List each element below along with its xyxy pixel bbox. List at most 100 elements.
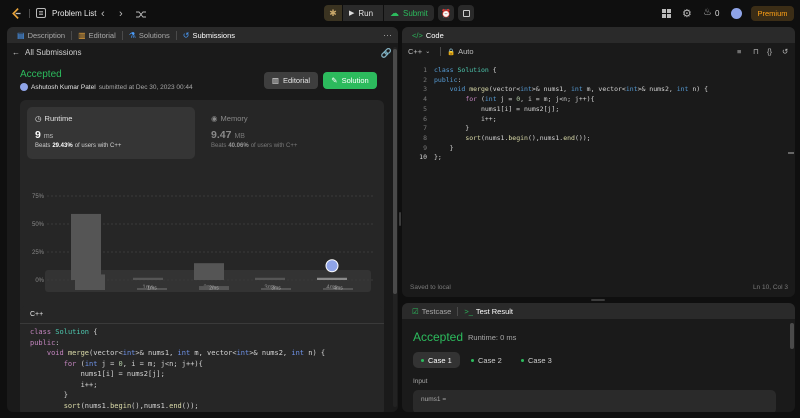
next-problem-icon[interactable]: › xyxy=(119,8,123,20)
left-scrollbar-thumb[interactable] xyxy=(393,49,397,294)
alarm-clock-icon: ⏰ xyxy=(441,8,451,18)
user-avatar[interactable] xyxy=(20,83,28,91)
memory-beats-pct: 40.06% xyxy=(228,143,249,149)
flame-icon[interactable]: ♨ xyxy=(703,7,712,18)
mini-chart-bar xyxy=(75,274,105,290)
solution-button[interactable]: ✎ Solution xyxy=(323,72,377,89)
bookmark-icon[interactable]: ⊓ xyxy=(753,47,759,56)
chart-bar-0ms[interactable] xyxy=(71,213,101,280)
line-number: 10 xyxy=(419,153,427,162)
premium-button[interactable]: Premium xyxy=(751,6,794,21)
runtime-card[interactable]: ◷ Runtime 9 ms Beats 29.43% of users wit… xyxy=(27,107,195,159)
reset-icon[interactable]: ↺ xyxy=(782,47,788,56)
back-label: All Submissions xyxy=(25,48,82,57)
arrow-left-icon: ← xyxy=(12,48,20,57)
pass-dot-icon xyxy=(521,358,524,362)
test-panel: ☑ Testcase >_ Test Result Accepted Runti… xyxy=(402,303,795,412)
memory-value: 9.47 xyxy=(211,129,232,141)
editorial-button[interactable]: ▥ Editorial xyxy=(264,72,318,89)
avatar[interactable] xyxy=(731,8,742,19)
shuffle-icon[interactable] xyxy=(136,9,146,19)
case-1-tab[interactable]: Case 1 xyxy=(413,352,460,368)
notes-button[interactable] xyxy=(458,5,474,21)
checkbox-icon: ☑ xyxy=(412,306,419,316)
memory-card[interactable]: ◉ Memory 9.47 MB Beats 40.06% of users w… xyxy=(203,107,371,159)
list-icon[interactable] xyxy=(36,8,46,18)
language-select[interactable]: C++ ⌄ xyxy=(408,47,430,56)
top-bar: Problem List ‹ › ✱ ▶ Run ☁ Submit ⏰ ⚙ ♨ … xyxy=(0,0,800,27)
divider xyxy=(29,9,30,18)
tab-test-result-label: Test Result xyxy=(475,306,514,316)
braces-icon[interactable]: {} xyxy=(767,47,772,56)
mini-x-tick-label: 3ms xyxy=(271,286,281,292)
runtime-value: 9 xyxy=(35,129,41,141)
y-tick-label: 0% xyxy=(35,278,44,284)
runtime-distribution-chart[interactable]: 75%50%25%0%1ms2ms3ms4ms1ms2ms3ms4ms xyxy=(7,164,398,324)
memory-unit: MB xyxy=(234,133,245,140)
line-number: 4 xyxy=(423,95,427,104)
runtime-beats-pct: 29.43% xyxy=(52,143,73,149)
tab-description[interactable]: ▤ Description xyxy=(11,31,71,40)
line-number: 2 xyxy=(423,75,427,84)
runtime-beats-suffix: of users with C++ xyxy=(74,143,122,149)
y-tick-label: 75% xyxy=(32,194,45,200)
chart-bar-2ms[interactable] xyxy=(194,263,224,280)
tab-testcase-label: Testcase xyxy=(421,306,452,316)
code-scrollbar-thumb[interactable] xyxy=(788,152,794,154)
run-label: Run xyxy=(358,8,374,18)
run-button[interactable]: ▶ Run xyxy=(343,5,383,21)
link-icon[interactable]: 🔗 xyxy=(381,48,392,59)
streak-count: 0 xyxy=(715,9,720,18)
layout-grid-icon[interactable] xyxy=(662,9,671,18)
code-editor[interactable]: class Solution { public: void merge(vect… xyxy=(434,66,708,163)
pass-dot-icon xyxy=(421,358,424,362)
more-options-icon[interactable]: ··· xyxy=(383,30,392,40)
case-2-tab[interactable]: Case 2 xyxy=(463,352,510,368)
lock-icon: 🔒 xyxy=(447,48,456,56)
left-scrollbar-track[interactable] xyxy=(393,47,397,407)
problem-list-link[interactable]: Problem List xyxy=(52,9,96,18)
submitted-text: submitted at Dec 30, 2023 00:44 xyxy=(98,83,193,91)
tab-editorial-label: Editorial xyxy=(88,30,116,40)
code-toolbar: C++ ⌄ 🔒 Auto ≡ ⊓ {} ↺ xyxy=(402,44,795,59)
submit-button[interactable]: ☁ Submit xyxy=(384,5,434,21)
leetcode-logo-icon[interactable] xyxy=(10,7,23,20)
mini-x-tick-label: 4ms xyxy=(333,286,343,292)
terminal-icon: >_ xyxy=(464,306,473,316)
settings-gear-icon[interactable]: ⚙ xyxy=(682,7,692,20)
history-icon: ↺ xyxy=(182,30,190,40)
vertical-splitter[interactable] xyxy=(399,212,401,226)
back-to-submissions[interactable]: ← All Submissions xyxy=(12,48,81,57)
debug-button[interactable]: ✱ xyxy=(324,5,342,21)
tab-code[interactable]: </> Code xyxy=(406,31,450,40)
chart-bar-1ms[interactable] xyxy=(133,277,163,280)
tab-submissions-label: Submissions xyxy=(192,30,236,40)
mini-x-tick-label: 2ms xyxy=(209,286,219,292)
chart-bar-3ms[interactable] xyxy=(255,277,285,280)
test-scrollbar-thumb[interactable] xyxy=(790,323,794,349)
tab-editorial[interactable]: ▥ Editorial xyxy=(72,31,122,40)
prev-problem-icon[interactable]: ‹ xyxy=(101,8,105,20)
divider xyxy=(440,47,441,56)
mode-label: Auto xyxy=(458,47,474,56)
horizontal-splitter[interactable] xyxy=(591,299,605,301)
user-name[interactable]: Ashutosh Kumar Patel xyxy=(31,84,96,91)
tab-solutions[interactable]: ⚗ Solutions xyxy=(123,31,176,40)
bug-icon: ✱ xyxy=(329,7,337,18)
test-runtime: Runtime: 0 ms xyxy=(468,333,517,342)
case-3-tab[interactable]: Case 3 xyxy=(513,352,560,368)
cursor-position: Ln 10, Col 3 xyxy=(752,284,788,291)
book-icon: ▥ xyxy=(78,30,86,40)
line-numbers: 1 2 3 4 5 6 7 8 9 10 xyxy=(413,66,427,163)
test-tab-bar: ☑ Testcase >_ Test Result xyxy=(402,303,795,319)
runtime-unit: ms xyxy=(43,133,54,140)
format-lines-icon[interactable]: ≡ xyxy=(737,47,741,56)
note-icon xyxy=(462,9,470,17)
auto-mode-toggle[interactable]: 🔒 Auto xyxy=(447,47,474,56)
code-preview-text: class Solution { public: void merge(vect… xyxy=(30,328,326,410)
tab-test-result[interactable]: >_ Test Result xyxy=(458,307,519,316)
alarm-button[interactable]: ⏰ xyxy=(438,5,454,21)
chart-bar-4ms[interactable] xyxy=(317,277,347,280)
tab-submissions[interactable]: ↺ Submissions xyxy=(177,31,241,40)
tab-testcase[interactable]: ☑ Testcase xyxy=(406,307,457,316)
